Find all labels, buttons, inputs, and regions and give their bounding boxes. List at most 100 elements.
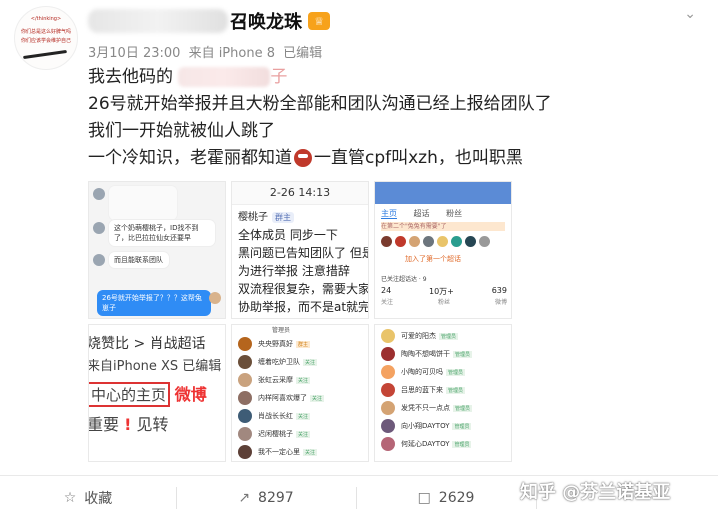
notice-time: 2-26 14:13 bbox=[232, 182, 368, 205]
list-item-tag: 管理员 bbox=[446, 386, 466, 394]
list-item: 向小翔DAYTOY 管理员 bbox=[381, 419, 472, 433]
repost-count: 8297 bbox=[258, 489, 294, 506]
list-item-tag: 管理员 bbox=[452, 422, 472, 430]
vip-icon[interactable]: ♕ bbox=[308, 12, 330, 30]
repost-button[interactable]: ↗ 8297 bbox=[176, 476, 356, 519]
image-member-list[interactable]: 可爱的阳杰 管理员 陶陶不想喝饼干 管理员 小陶的可贝吗 管理员 吕思的蓝下来 管理员 … bbox=[374, 324, 512, 462]
notice-line: 黑问题已告知团队了 但是 bbox=[238, 246, 369, 260]
profile-stats: 24 10万+ 639 bbox=[381, 286, 507, 297]
notice-body: 全体成员 同步一下 黑问题已告知团队了 但是 为进行举报 注意措辞 双流程很复杂… bbox=[238, 226, 369, 316]
image-grid: 这个奶萌樱桃子，ID找不到了，比巴拉拉仙女还要早 而且能联系团队 26号就开始举… bbox=[88, 181, 512, 462]
list-item: 迟闲樱桃子 关注 bbox=[238, 427, 311, 441]
profile-tab: 超话 bbox=[413, 209, 430, 218]
chat-avatar bbox=[209, 292, 221, 304]
list-item-tag: 管理员 bbox=[453, 404, 473, 412]
post-text-fragment: 子 bbox=[270, 67, 288, 87]
avatar bbox=[238, 337, 252, 351]
owner-badge: 群主 bbox=[272, 212, 294, 223]
list-item-tag: 关注 bbox=[310, 394, 325, 402]
favorite-label: 收藏 bbox=[84, 490, 113, 507]
avatar bbox=[451, 236, 462, 247]
image-group-notice[interactable]: 2-26 14:13 樱桃子 群主 全体成员 同步一下 黑问题已告知团队了 但是 … bbox=[231, 181, 369, 319]
list-item: 央央野真好 群主 bbox=[238, 337, 311, 351]
profile-tabs: 主页 超话 粉丝 bbox=[381, 208, 476, 219]
list-item-tag: 管理员 bbox=[439, 332, 459, 340]
avatar bbox=[437, 236, 448, 247]
chat-avatar bbox=[93, 188, 105, 200]
zoom-text: 重要 bbox=[88, 415, 120, 434]
list-item-name: 何延心DAYTOY bbox=[401, 440, 450, 448]
list-item: 张虹云采摩 关注 bbox=[238, 373, 311, 387]
list-item: 发凭不只一点点 管理员 bbox=[381, 401, 473, 415]
list-item-name: 陶陶不想喝饼干 bbox=[401, 350, 450, 358]
list-item-tag: 群主 bbox=[296, 340, 311, 348]
avatar bbox=[238, 445, 252, 459]
star-icon: ☆ bbox=[63, 489, 77, 506]
list-item-name: 张虹云采摩 bbox=[258, 376, 293, 384]
avatar[interactable]: </thinking> 你们总是这么好脾气吗 你们应该学会维护自己 bbox=[14, 6, 78, 70]
timestamp[interactable]: 3月10日 23:00 bbox=[88, 46, 180, 61]
favorite-button[interactable]: ☆ 收藏 bbox=[0, 476, 176, 519]
profile-header bbox=[375, 182, 511, 204]
image-chat-screenshot[interactable]: 这个奶萌樱桃子，ID找不到了，比巴拉拉仙女还要早 而且能联系团队 26号就开始举… bbox=[88, 181, 226, 319]
chat-bubble-blue: 26号就开始举报了？？？这帮兔崽子 bbox=[97, 290, 211, 316]
stat-label: 微博 bbox=[494, 299, 507, 306]
avatar-stroke bbox=[23, 49, 67, 60]
list-item: 陶陶不想喝饼干 管理员 bbox=[381, 347, 473, 361]
avatar bbox=[381, 383, 395, 397]
list-item-tag: 管理员 bbox=[446, 368, 466, 376]
post-text-fragment: 一个冷知识，老霍丽都知道 bbox=[88, 148, 292, 168]
chevron-down-icon[interactable]: ⌄ bbox=[684, 6, 696, 22]
chat-bubble: 这个奶萌樱桃子，ID找不到了，比巴拉拉仙女还要早 bbox=[109, 220, 215, 246]
list-item-name: 可爱的阳杰 bbox=[401, 332, 436, 340]
highlight-box: 中心的主页 bbox=[89, 382, 171, 407]
chat-avatar bbox=[93, 222, 105, 234]
zoom-line: 来自iPhone XS 已编辑 bbox=[88, 359, 222, 374]
notice-line: 全体成员 同步一下 bbox=[238, 228, 338, 242]
list-item: 可爱的阳杰 管理员 bbox=[381, 329, 459, 343]
list-item-name: 央央野真好 bbox=[258, 340, 293, 348]
stat-value: 10万+ bbox=[429, 287, 454, 296]
zoom-line: 烧赞比 > 肖战超话 bbox=[88, 336, 206, 352]
list-item-name: 我不一定心里 bbox=[258, 448, 300, 456]
list-item-tag: 管理员 bbox=[453, 350, 473, 358]
avatar bbox=[238, 355, 252, 369]
stat-label: 关注 bbox=[381, 299, 394, 306]
avatar bbox=[381, 401, 395, 415]
avatar-scribble: 你们总是这么好脾气吗 bbox=[20, 29, 71, 35]
comment-button[interactable]: □ 2629 bbox=[356, 476, 536, 519]
avatar bbox=[423, 236, 434, 247]
zhihu-watermark: 知乎 @芬兰诺基亚 bbox=[520, 482, 671, 503]
profile-sub: 已关注超话达 · 9 bbox=[381, 276, 427, 283]
exclamation: ! bbox=[124, 415, 132, 434]
notice-line: 双流程很复杂，需要大家一 bbox=[238, 282, 369, 296]
avatar bbox=[381, 329, 395, 343]
post-text-fragment: 一直管cpf叫xzh，也叫职黑 bbox=[314, 148, 523, 168]
image-weibo-zoom[interactable]: 烧赞比 > 肖战超话 来自iPhone XS 已编辑 中心的主页 微博 重要 !… bbox=[88, 324, 226, 462]
repost-icon: ↗ bbox=[238, 489, 251, 506]
author-name[interactable]: 召唤龙珠 bbox=[230, 8, 302, 34]
list-item-tag: 关注 bbox=[296, 376, 311, 384]
edited-label[interactable]: 已编辑 bbox=[283, 46, 322, 61]
list-item-tag: 关注 bbox=[296, 412, 311, 420]
avatar-scribble: </thinking> bbox=[30, 16, 62, 22]
list-item-name: 小陶的可贝吗 bbox=[401, 368, 443, 376]
list-header: 管理员 bbox=[272, 327, 291, 334]
list-item: 缠着吃炉卫队 关注 bbox=[238, 355, 318, 369]
author-header: 召唤龙珠 ♕ bbox=[88, 8, 330, 34]
post-line: 26号就开始举报并且大粉全部能和团队沟通已经上报给团队了 bbox=[88, 94, 552, 114]
post-line: 我去他码的 子 bbox=[88, 64, 688, 91]
avatar bbox=[479, 236, 490, 247]
redacted-name bbox=[178, 67, 271, 87]
source: 来自 iPhone 8 bbox=[188, 46, 275, 61]
join-notice: 加入了第一个超话 bbox=[405, 255, 461, 263]
zoom-line: 重要 ! 见转 bbox=[88, 411, 169, 435]
image-admin-list[interactable]: 管理员 央央野真好 群主 缠着吃炉卫队 关注 张虹云采摩 关注 内样阿喜欢爆了 关注 肖… bbox=[231, 324, 369, 462]
avatar bbox=[381, 347, 395, 361]
notice-line: 为进行举报 注意措辞 bbox=[238, 264, 350, 278]
profile-stat-labels: 关注 粉丝 微博 bbox=[381, 297, 507, 306]
list-item-name: 发凭不只一点点 bbox=[401, 404, 450, 412]
avatar bbox=[381, 365, 395, 379]
image-profile[interactable]: 主页 超话 粉丝 在第二个"兔兔有需要"了 加入了第一个超话 已关注超话达 · … bbox=[374, 181, 512, 319]
avatar bbox=[238, 409, 252, 423]
